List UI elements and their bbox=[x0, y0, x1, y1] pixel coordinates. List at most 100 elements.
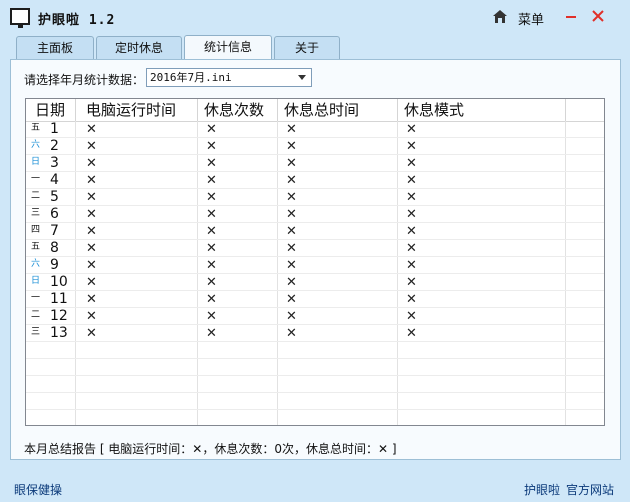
title-bar: 护眼啦 1.2 菜单 bbox=[0, 0, 630, 34]
tab-about[interactable]: 关于 bbox=[274, 36, 340, 59]
table-row[interactable]: 五 1 ✕ ✕ ✕ ✕ bbox=[26, 121, 604, 138]
table-row-empty[interactable] bbox=[26, 342, 604, 359]
rest-total-cell: ✕ bbox=[286, 139, 297, 154]
run-time-cell: ✕ bbox=[86, 224, 97, 239]
table-row[interactable]: 六 2 ✕ ✕ ✕ ✕ bbox=[26, 138, 604, 155]
day-cell: 5 bbox=[50, 189, 59, 205]
rest-total-cell: ✕ bbox=[286, 122, 297, 137]
run-time-cell: ✕ bbox=[86, 190, 97, 205]
table-row-empty[interactable] bbox=[26, 393, 604, 410]
table-row[interactable]: 六 9 ✕ ✕ ✕ ✕ bbox=[26, 257, 604, 274]
day-cell: 2 bbox=[50, 138, 59, 154]
month-select-value: 2016年7月.ini bbox=[150, 71, 232, 84]
run-time-cell: ✕ bbox=[86, 122, 97, 137]
weekday-cell: 三 bbox=[31, 208, 41, 218]
column-header-rest-mode[interactable]: 休息模式 bbox=[398, 99, 566, 121]
footer-links: 护眼啦 官方网站 bbox=[524, 481, 620, 498]
table-row[interactable]: 三 13 ✕ ✕ ✕ ✕ bbox=[26, 325, 604, 342]
rest-total-cell: ✕ bbox=[286, 275, 297, 290]
close-icon[interactable] bbox=[590, 8, 606, 24]
day-cell: 1 bbox=[50, 121, 59, 137]
weekday-cell: 三 bbox=[31, 327, 41, 337]
month-select-label: 请选择年月统计数据： bbox=[24, 73, 145, 87]
app-title: 护眼啦 1.2 bbox=[38, 13, 116, 28]
tab-bar: 主面板 定时休息 统计信息 关于 bbox=[0, 35, 630, 60]
official-site-link[interactable]: 官方网站 bbox=[566, 483, 614, 497]
rest-total-cell: ✕ bbox=[286, 258, 297, 273]
day-cell: 6 bbox=[50, 206, 59, 222]
table-row[interactable]: 五 8 ✕ ✕ ✕ ✕ bbox=[26, 240, 604, 257]
rest-mode-cell: ✕ bbox=[406, 292, 417, 307]
rest-count-cell: ✕ bbox=[206, 275, 217, 290]
run-time-cell: ✕ bbox=[86, 309, 97, 324]
tab-main-panel[interactable]: 主面板 bbox=[16, 36, 94, 59]
stats-table[interactable]: 日期 电脑运行时间 休息次数 休息总时间 休息模式 五 1 ✕ ✕ ✕ ✕ 六 2 ✕ ✕ ✕ ✕ 日 3… bbox=[25, 98, 605, 426]
day-cell: 10 bbox=[50, 274, 68, 290]
table-row[interactable]: 二 12 ✕ ✕ ✕ ✕ bbox=[26, 308, 604, 325]
column-header-rest-total[interactable]: 休息总时间 bbox=[278, 99, 398, 121]
table-row[interactable]: 四 7 ✕ ✕ ✕ ✕ bbox=[26, 223, 604, 240]
rest-total-cell: ✕ bbox=[286, 190, 297, 205]
day-cell: 3 bbox=[50, 155, 59, 171]
rest-count-cell: ✕ bbox=[206, 292, 217, 307]
day-cell: 4 bbox=[50, 172, 59, 188]
weekday-cell: 二 bbox=[31, 191, 41, 201]
app-link[interactable]: 护眼啦 bbox=[524, 483, 560, 497]
eye-exercise-link[interactable]: 眼保健操 bbox=[14, 481, 62, 498]
tab-statistics[interactable]: 统计信息 bbox=[184, 35, 272, 60]
home-icon[interactable] bbox=[492, 9, 508, 24]
weekday-cell: 五 bbox=[31, 242, 41, 252]
monitor-icon bbox=[10, 8, 30, 28]
rest-total-cell: ✕ bbox=[286, 309, 297, 324]
month-select[interactable]: 2016年7月.ini bbox=[146, 68, 312, 87]
run-time-cell: ✕ bbox=[86, 156, 97, 171]
weekday-cell: 六 bbox=[31, 140, 41, 150]
table-row[interactable]: 日 10 ✕ ✕ ✕ ✕ bbox=[26, 274, 604, 291]
rest-count-cell: ✕ bbox=[206, 122, 217, 137]
rest-count-cell: ✕ bbox=[206, 139, 217, 154]
rest-total-cell: ✕ bbox=[286, 326, 297, 341]
run-time-cell: ✕ bbox=[86, 207, 97, 222]
run-time-cell: ✕ bbox=[86, 275, 97, 290]
day-cell: 7 bbox=[50, 223, 59, 239]
minimize-icon[interactable] bbox=[563, 8, 579, 24]
table-row-empty[interactable] bbox=[26, 410, 604, 425]
weekday-cell: 日 bbox=[31, 157, 41, 167]
rest-count-cell: ✕ bbox=[206, 156, 217, 171]
table-row[interactable]: 日 3 ✕ ✕ ✕ ✕ bbox=[26, 155, 604, 172]
rest-count-cell: ✕ bbox=[206, 224, 217, 239]
table-row[interactable]: 一 4 ✕ ✕ ✕ ✕ bbox=[26, 172, 604, 189]
run-time-cell: ✕ bbox=[86, 326, 97, 341]
rest-mode-cell: ✕ bbox=[406, 224, 417, 239]
chevron-down-icon[interactable] bbox=[298, 75, 306, 80]
run-time-cell: ✕ bbox=[86, 258, 97, 273]
rest-count-cell: ✕ bbox=[206, 207, 217, 222]
table-row[interactable]: 三 6 ✕ ✕ ✕ ✕ bbox=[26, 206, 604, 223]
rest-count-cell: ✕ bbox=[206, 326, 217, 341]
rest-mode-cell: ✕ bbox=[406, 326, 417, 341]
rest-count-cell: ✕ bbox=[206, 309, 217, 324]
table-row[interactable]: 二 5 ✕ ✕ ✕ ✕ bbox=[26, 189, 604, 206]
table-header: 日期 电脑运行时间 休息次数 休息总时间 休息模式 bbox=[26, 99, 604, 122]
rest-mode-cell: ✕ bbox=[406, 173, 417, 188]
weekday-cell: 六 bbox=[31, 259, 41, 269]
table-row-empty[interactable] bbox=[26, 359, 604, 376]
menu-button[interactable]: 菜单 bbox=[518, 9, 544, 28]
table-row[interactable]: 一 11 ✕ ✕ ✕ ✕ bbox=[26, 291, 604, 308]
rest-mode-cell: ✕ bbox=[406, 309, 417, 324]
column-header-rest-count[interactable]: 休息次数 bbox=[198, 99, 278, 121]
rest-mode-cell: ✕ bbox=[406, 190, 417, 205]
weekday-cell: 五 bbox=[31, 123, 41, 133]
day-cell: 8 bbox=[50, 240, 59, 256]
run-time-cell: ✕ bbox=[86, 241, 97, 256]
day-cell: 11 bbox=[50, 291, 68, 307]
rest-mode-cell: ✕ bbox=[406, 207, 417, 222]
rest-total-cell: ✕ bbox=[286, 292, 297, 307]
rest-mode-cell: ✕ bbox=[406, 258, 417, 273]
tab-scheduled-rest[interactable]: 定时休息 bbox=[96, 36, 182, 59]
column-header-run-time[interactable]: 电脑运行时间 bbox=[76, 99, 198, 121]
day-cell: 13 bbox=[50, 325, 68, 341]
table-row-empty[interactable] bbox=[26, 376, 604, 393]
weekday-cell: 一 bbox=[31, 174, 41, 184]
column-header-date[interactable]: 日期 bbox=[26, 99, 76, 121]
